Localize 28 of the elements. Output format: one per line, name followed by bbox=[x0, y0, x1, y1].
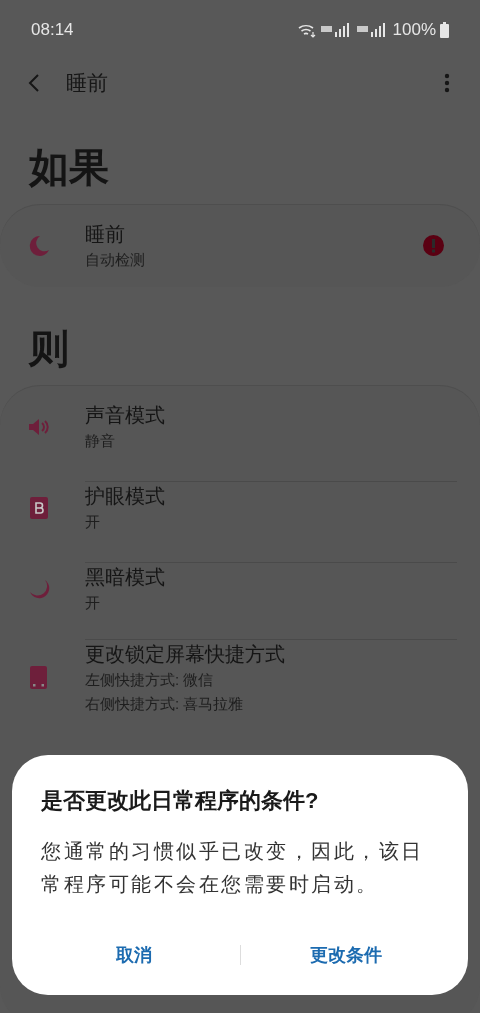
item-title: 更改锁定屏幕快捷方式 bbox=[85, 642, 286, 667]
page-title: 睡前 bbox=[66, 70, 108, 97]
item-title: 护眼模式 bbox=[85, 484, 166, 509]
moon-icon bbox=[27, 577, 50, 600]
status-time: 08:14 bbox=[31, 19, 74, 42]
wifi-icon bbox=[296, 22, 317, 38]
more-options-button[interactable] bbox=[444, 73, 450, 93]
dialog-button[interactable]: 取消 bbox=[29, 935, 240, 975]
section-heading: 则 bbox=[27, 325, 70, 372]
dialog-button[interactable]: 更改条件 bbox=[240, 935, 451, 975]
item-subtitle: 开 bbox=[85, 512, 101, 532]
phone-icon bbox=[30, 666, 47, 689]
list-item[interactable]: 黑暗模式 开 bbox=[0, 548, 480, 629]
item-title: 睡前 bbox=[85, 221, 126, 247]
list-item[interactable]: 护眼模式 开 bbox=[0, 467, 480, 548]
section-heading: 如果 bbox=[27, 144, 110, 191]
battery-percent: 100% bbox=[392, 19, 436, 42]
moon-icon bbox=[27, 234, 50, 257]
dialog-title: 是否更改此日常程序的条件? bbox=[41, 787, 320, 815]
battery-icon bbox=[440, 22, 449, 38]
item-title: 黑暗模式 bbox=[85, 565, 166, 590]
dialog-message: 您通常的习惯似乎已改变，因此，该日常程序可能不会在您需要时启动。 bbox=[41, 839, 425, 897]
letter-b-icon bbox=[29, 496, 48, 519]
signal-icon bbox=[320, 22, 351, 38]
item-title: 声音模式 bbox=[85, 402, 166, 428]
signal-icon bbox=[356, 22, 387, 38]
speaker-icon bbox=[27, 417, 50, 436]
item-subtitle: 开 bbox=[85, 593, 101, 613]
